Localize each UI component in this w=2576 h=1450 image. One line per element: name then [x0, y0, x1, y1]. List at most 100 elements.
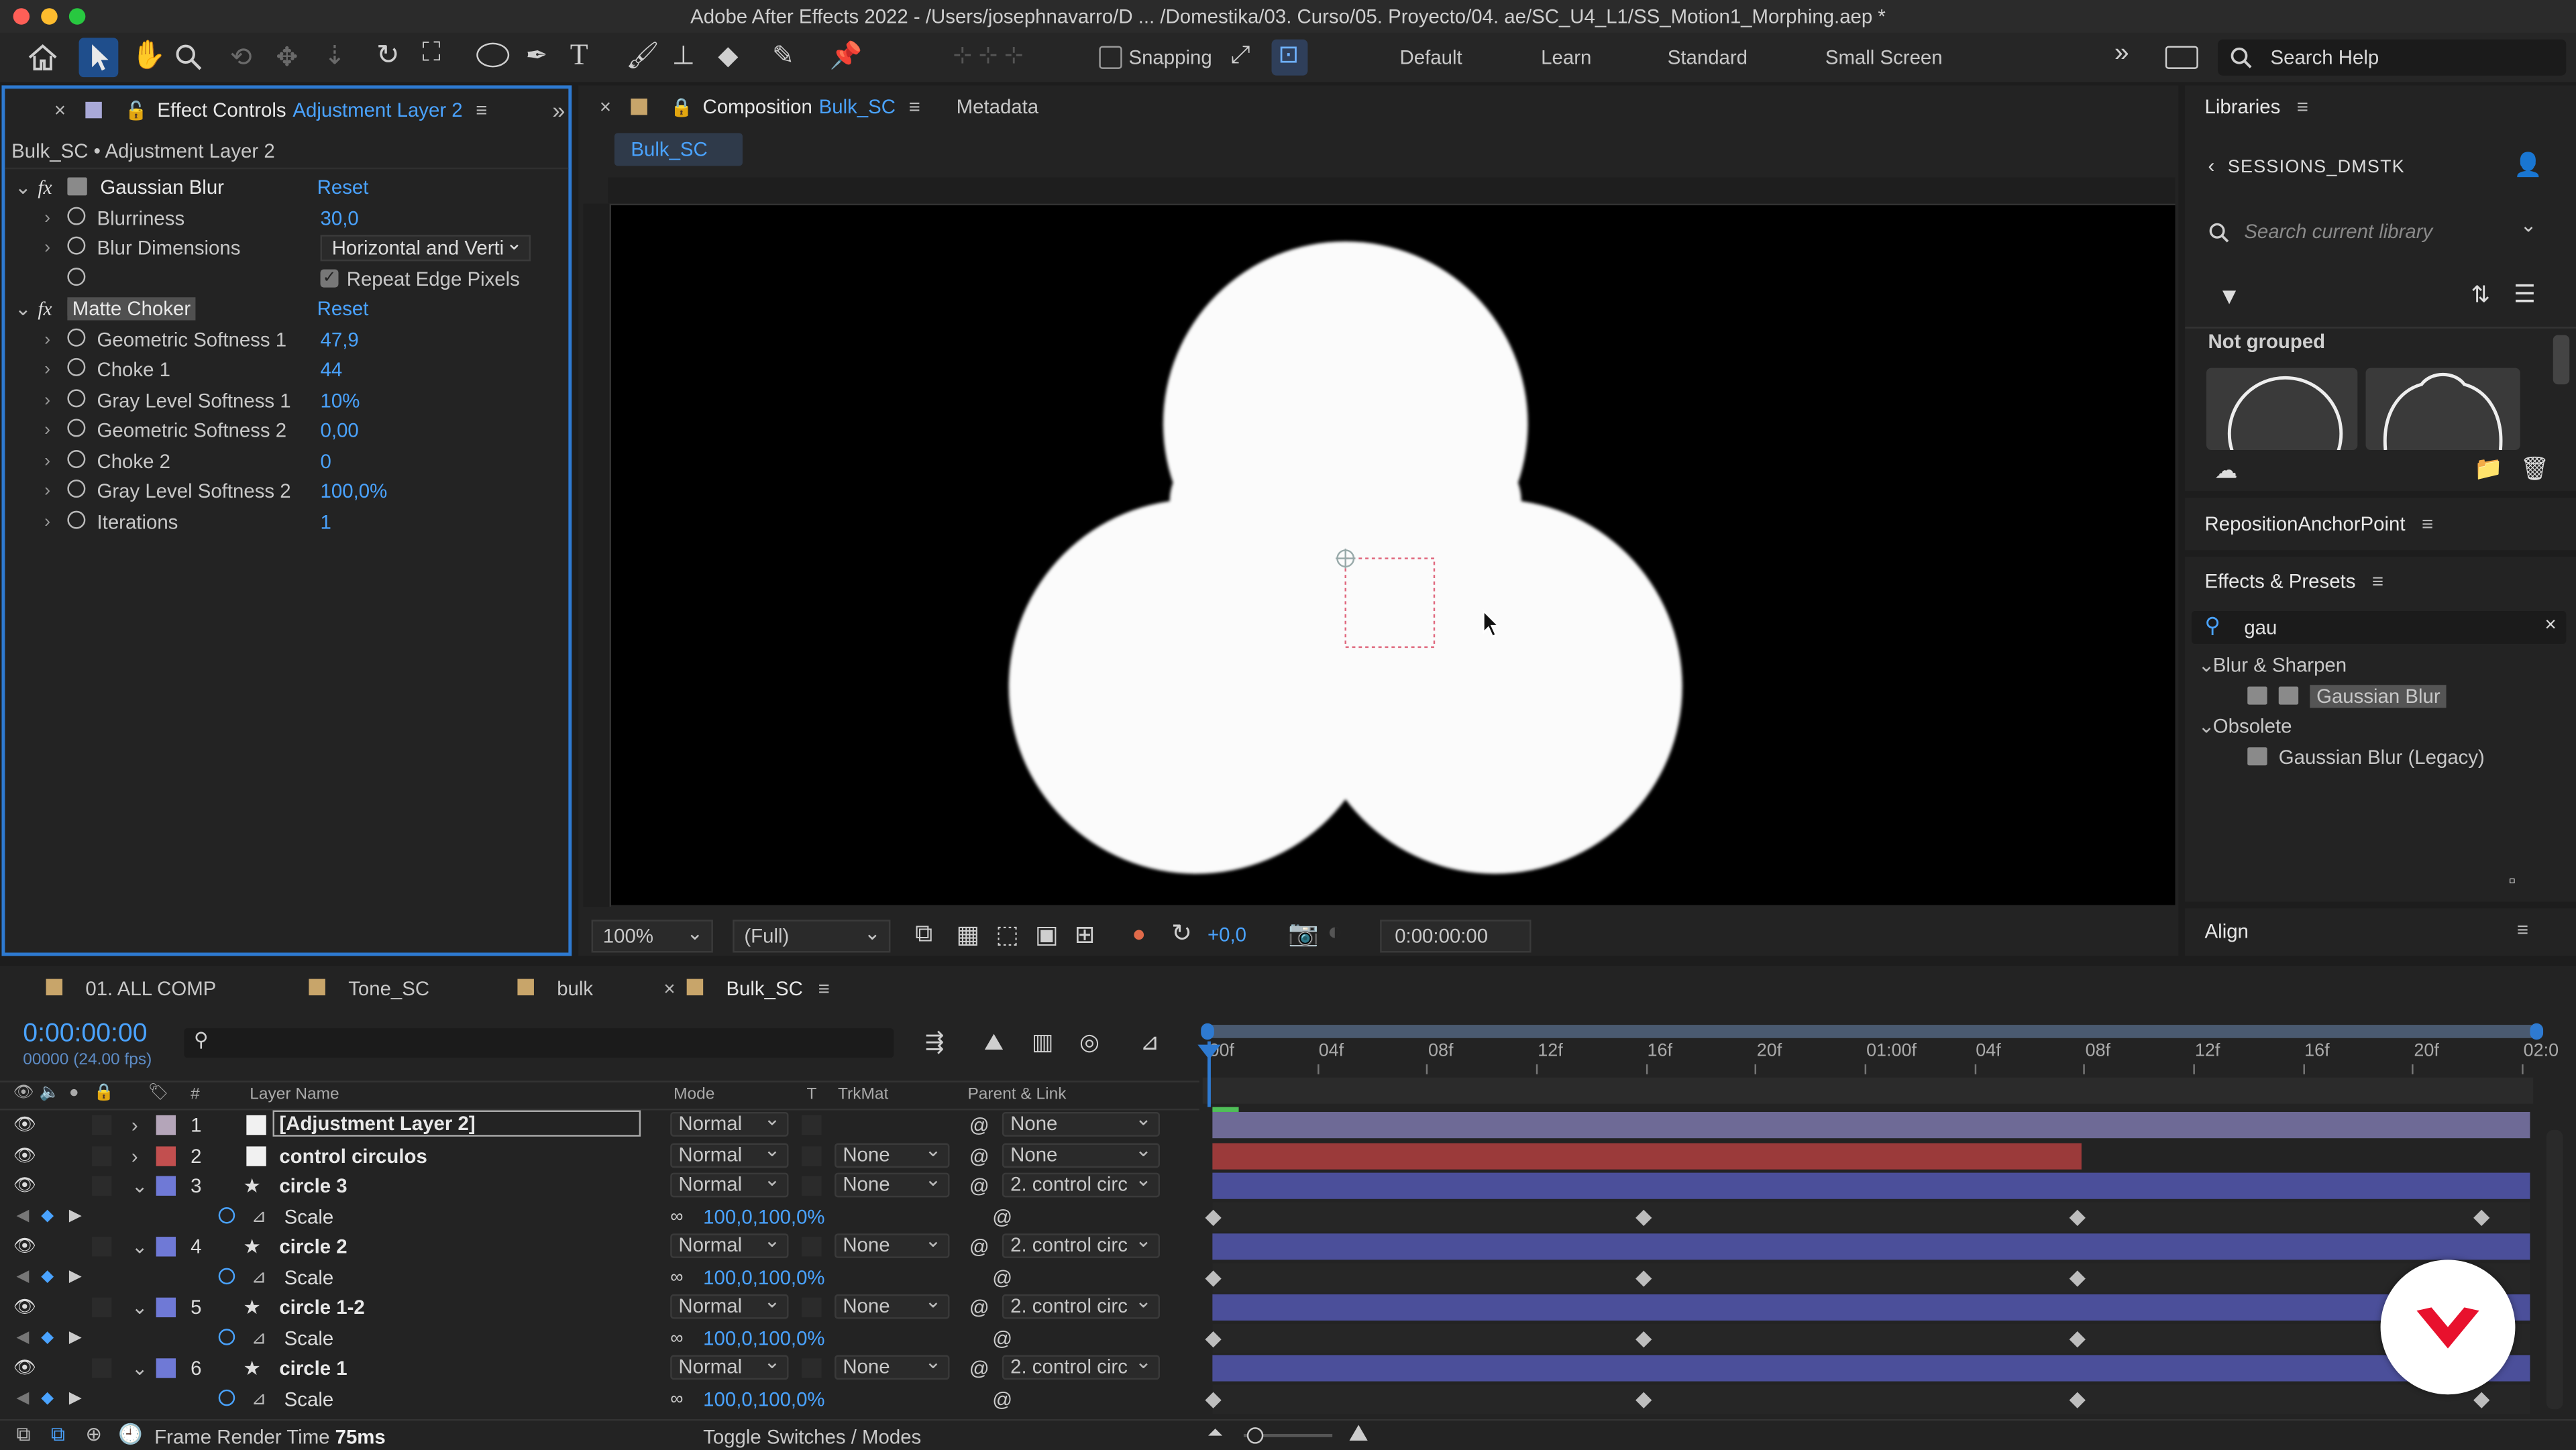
selection-tool-icon[interactable]	[87, 43, 113, 72]
param-disclosure-icon[interactable]: ›	[44, 421, 50, 440]
puppet-tool-icon[interactable]: 📌	[830, 40, 863, 72]
param-value[interactable]: 30,0	[321, 206, 359, 229]
time-ruler[interactable]: 00f 04f 08f 12f 16f 20f 01:00f 04f 08f 12f 16f 20f 0…	[1197, 1021, 2559, 1107]
composition-name[interactable]: Bulk_SC	[819, 95, 896, 118]
param-disclosure-icon[interactable]: ›	[44, 451, 50, 470]
trkmat-dropdown[interactable]: None	[835, 1352, 950, 1380]
param-disclosure-icon[interactable]: ›	[44, 482, 50, 501]
workspace-default[interactable]: Default	[1400, 46, 1462, 69]
lock-toggle[interactable]	[92, 1176, 112, 1196]
visibility-eye-icon[interactable]: 👁	[13, 1353, 36, 1383]
label-color-swatch[interactable]	[156, 1237, 176, 1257]
param-value[interactable]: 44	[321, 358, 343, 381]
layer-row[interactable]: 👁 ⌄ 3 ★ circle 3 Normal None @ 2. contro…	[0, 1170, 2576, 1201]
close-comp-icon[interactable]: ×	[600, 95, 611, 118]
property-value[interactable]: 100,0,100,0%	[703, 1262, 824, 1292]
parent-dropdown[interactable]: 2. control circ	[1002, 1294, 1160, 1319]
label-color-swatch[interactable]	[156, 1297, 176, 1318]
snap-edges-icon[interactable]: ⤢	[1230, 41, 1250, 69]
preset-item[interactable]: Gaussian Blur	[2185, 681, 2576, 710]
preserve-transparency-toggle[interactable]	[802, 1115, 822, 1135]
hand-tool-icon[interactable]: ✋	[131, 40, 166, 72]
workspace-standard[interactable]: Standard	[1668, 46, 1748, 69]
layer-row[interactable]: 👁 ⌄ 5 ★ circle 1-2 Normal None @ 2. cont…	[0, 1291, 2576, 1322]
timeline-vertical-scrollbar[interactable]	[2546, 1129, 2563, 1410]
rotate-tool-icon[interactable]: ↻	[376, 40, 400, 72]
stopwatch-icon[interactable]	[218, 1206, 235, 1223]
effect-name[interactable]: Matte Choker	[67, 297, 196, 321]
layer-name[interactable]: [Adjustment Layer 2]	[272, 1110, 641, 1137]
param-value[interactable]: 47,9	[321, 328, 359, 351]
preserve-transparency-toggle[interactable]	[802, 1297, 822, 1318]
layer-row[interactable]: 👁 › 1 [Adjustment Layer 2] Normal @ None	[0, 1107, 2576, 1140]
blend-mode-dropdown[interactable]: Normal	[670, 1139, 789, 1168]
property-row[interactable]: ◀ ◆ ▶ ⊿ Scale ∞ 100,0,100,0% @	[0, 1262, 2576, 1292]
effects-presets-menu-icon[interactable]: ≡	[2372, 570, 2383, 593]
blur-dimensions-dropdown[interactable]: Horizontal and Verti ⌄	[320, 235, 531, 262]
trkmat-dropdown[interactable]: None	[835, 1230, 950, 1258]
blend-mode-dropdown[interactable]: Normal	[670, 1170, 789, 1198]
expand-layer-icon[interactable]: ⌄	[131, 1232, 148, 1262]
constrain-proportions-icon[interactable]: ∞	[670, 1384, 683, 1413]
zoom-tool-icon[interactable]	[174, 43, 204, 72]
visibility-eye-icon[interactable]: 👁	[13, 1111, 36, 1140]
param-disclosure-icon[interactable]: ›	[44, 359, 50, 379]
param-disclosure-icon[interactable]: ›	[44, 238, 50, 258]
layer-name-column[interactable]: Layer Name	[250, 1086, 339, 1104]
prev-keyframe-icon[interactable]: ◀	[16, 1323, 29, 1353]
stopwatch-icon[interactable]	[67, 388, 86, 407]
timeline-timecode[interactable]: 0:00:00:00	[23, 1020, 147, 1050]
library-item-circle[interactable]	[2206, 368, 2358, 451]
library-search-input[interactable]: Search current library	[2244, 220, 2432, 243]
layer-name[interactable]: circle 1-2	[279, 1292, 364, 1322]
orbit-tool-icon[interactable]: ⟲	[230, 41, 252, 74]
sort-icon[interactable]: ⇅	[2471, 281, 2490, 309]
clear-search-icon[interactable]: ×	[2544, 612, 2556, 635]
snapping-checkbox[interactable]	[1099, 46, 1122, 69]
type-tool-icon[interactable]: T	[570, 38, 588, 72]
parent-dropdown[interactable]: 2. control circ	[1002, 1172, 1160, 1198]
param-value[interactable]: 1	[321, 510, 331, 533]
stopwatch-icon[interactable]	[218, 1328, 235, 1345]
search-help-field[interactable]: Search Help	[2218, 39, 2567, 76]
param-value[interactable]: 0,00	[321, 419, 359, 441]
close-panel-icon[interactable]: ×	[54, 99, 66, 121]
visibility-eye-icon[interactable]: 👁	[13, 1141, 36, 1170]
pan-tool-icon[interactable]: ✥	[276, 41, 298, 74]
next-keyframe-icon[interactable]: ▶	[69, 1201, 82, 1231]
expand-layer-icon[interactable]: ›	[131, 1111, 138, 1140]
library-item-blob[interactable]	[2365, 368, 2520, 451]
workspace-small-screen[interactable]: Small Screen	[1825, 46, 1943, 69]
add-keyframe-icon[interactable]: ◆	[41, 1201, 54, 1231]
comp-mini-flowchart-icon[interactable]: ⇶	[925, 1028, 945, 1056]
pan-behind-tool-icon[interactable]: ⛶	[422, 40, 440, 69]
mask-visibility-icon[interactable]: ⬚	[996, 919, 1019, 950]
zoom-in-icon[interactable]: ⛰	[1349, 1419, 1368, 1447]
creative-cloud-icon[interactable]: ☁	[2214, 457, 2237, 485]
back-chevron-icon[interactable]: ‹	[2208, 154, 2214, 177]
expand-layer-icon[interactable]: ⌄	[131, 1353, 148, 1383]
expand-layer-icon[interactable]: ⌄	[131, 1292, 148, 1322]
exposure-value[interactable]: +0,0	[1208, 923, 1246, 946]
stopwatch-icon[interactable]	[67, 449, 86, 467]
pick-whip-icon[interactable]: @	[969, 1171, 989, 1201]
chevron-down-icon[interactable]: ⌄	[2520, 213, 2537, 236]
param-value[interactable]: 0	[321, 449, 331, 472]
pick-whip-icon[interactable]: @	[969, 1111, 989, 1140]
visibility-eye-icon[interactable]: 👁	[13, 1171, 36, 1201]
pick-whip-icon[interactable]: @	[969, 1141, 989, 1170]
dolly-tool-icon[interactable]: ⇣	[323, 40, 345, 72]
blend-mode-dropdown[interactable]: Normal	[670, 1109, 789, 1137]
layer-row[interactable]: 👁 › 2 control circulos Normal None @ Non…	[0, 1139, 2576, 1170]
fx-icon[interactable]: fx	[38, 296, 52, 321]
trkmat-dropdown[interactable]: None	[835, 1170, 950, 1198]
close-tab-icon[interactable]: ×	[663, 977, 675, 1000]
resolution-dropdown[interactable]: (Full) ⌄	[733, 919, 891, 953]
layer-row[interactable]: 👁 ⌄ 4 ★ circle 2 Normal None @ 2. contro…	[0, 1230, 2576, 1262]
expression-pick-whip-icon[interactable]: @	[992, 1384, 1012, 1413]
prev-keyframe-icon[interactable]: ◀	[16, 1384, 29, 1413]
lock-toggle[interactable]	[92, 1358, 112, 1378]
motion-blur-icon[interactable]: ◎	[1079, 1028, 1099, 1056]
stopwatch-icon[interactable]	[67, 419, 86, 437]
share-review-icon[interactable]	[2165, 46, 2198, 69]
